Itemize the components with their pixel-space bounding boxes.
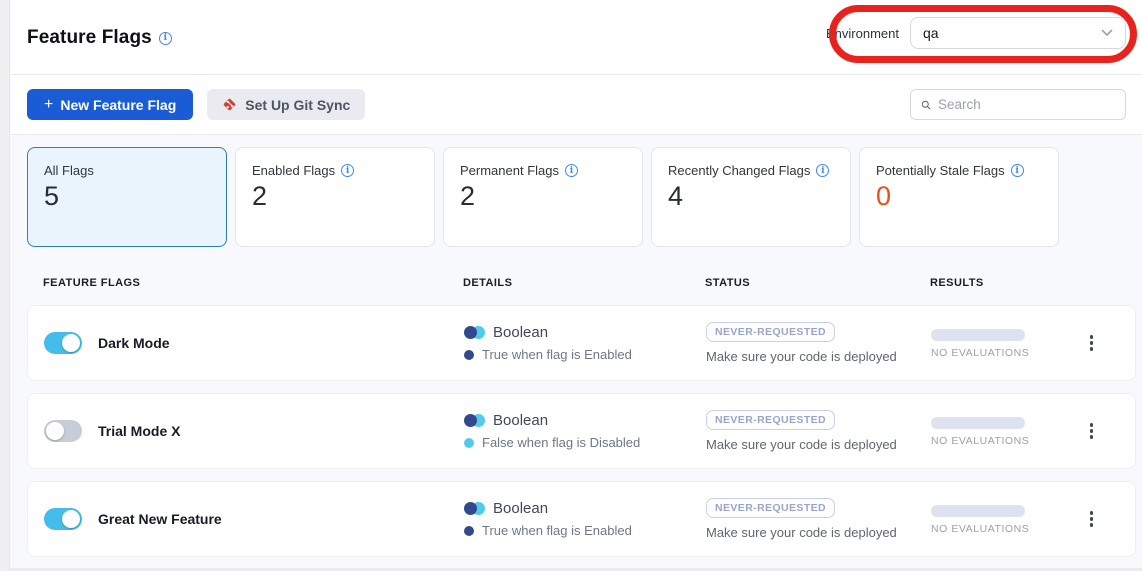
stat-card-all-flags[interactable]: All Flags 5 [27, 147, 227, 247]
row-menu-kebab-icon[interactable] [1084, 331, 1100, 355]
stat-card-recently-changed-flags[interactable]: Recently Changed Flags i 4 [651, 147, 851, 247]
info-icon[interactable]: i [816, 164, 829, 177]
detail-dot-icon [464, 526, 474, 536]
stat-label: Potentially Stale Flags [876, 163, 1005, 178]
column-header-feature-flags: FEATURE FLAGS [27, 277, 463, 289]
flag-detail: True when flag is Enabled [482, 523, 632, 538]
column-header-results: RESULTS [930, 277, 1136, 289]
table-row: Great New Feature Boolean True when flag… [27, 481, 1136, 557]
flag-name[interactable]: Trial Mode X [98, 423, 180, 439]
flag-detail: True when flag is Enabled [482, 347, 632, 362]
toolbar: + New Feature Flag Set Up Git Sync [11, 75, 1142, 135]
flag-name[interactable]: Dark Mode [98, 335, 170, 351]
table-row: Trial Mode X Boolean False when flag is … [27, 393, 1136, 469]
flag-type: Boolean [493, 412, 548, 429]
evaluations-bar [931, 417, 1025, 429]
stat-value: 5 [44, 181, 210, 212]
stat-card-potentially-stale-flags[interactable]: Potentially Stale Flags i 0 [859, 147, 1059, 247]
flag-type: Boolean [493, 500, 548, 517]
status-badge: NEVER-REQUESTED [706, 322, 835, 342]
stat-card-enabled-flags[interactable]: Enabled Flags i 2 [235, 147, 435, 247]
evaluations-bar [931, 505, 1025, 517]
stat-label: Permanent Flags [460, 163, 559, 178]
stat-label: All Flags [44, 163, 94, 178]
status-text: Make sure your code is deployed [706, 437, 897, 452]
status-badge: NEVER-REQUESTED [706, 498, 835, 518]
boolean-type-icon [464, 414, 485, 427]
new-feature-flag-button[interactable]: + New Feature Flag [27, 89, 193, 120]
boolean-type-icon [464, 326, 485, 339]
detail-dot-icon [464, 438, 474, 448]
stat-card-permanent-flags[interactable]: Permanent Flags i 2 [443, 147, 643, 247]
boolean-type-icon [464, 502, 485, 515]
info-icon[interactable]: i [1011, 164, 1024, 177]
column-header-status: STATUS [705, 277, 930, 289]
status-badge: NEVER-REQUESTED [706, 410, 835, 430]
environment-value: qa [923, 25, 939, 41]
environment-label: Environment [826, 26, 899, 41]
stat-value: 4 [668, 181, 834, 212]
row-menu-kebab-icon[interactable] [1084, 507, 1100, 531]
flag-toggle[interactable] [44, 420, 82, 442]
page-header: Feature Flags i Environment qa [11, 0, 1142, 75]
status-text: Make sure your code is deployed [706, 349, 897, 364]
stat-label: Recently Changed Flags [668, 163, 810, 178]
detail-dot-icon [464, 350, 474, 360]
stat-label: Enabled Flags [252, 163, 335, 178]
row-menu-kebab-icon[interactable] [1084, 419, 1100, 443]
flag-toggle[interactable] [44, 508, 82, 530]
stat-value: 2 [252, 181, 418, 212]
info-icon[interactable]: i [341, 164, 354, 177]
search-icon [921, 98, 931, 112]
collapsed-sidebar-edge [0, 0, 10, 571]
evaluations-text: NO EVALUATIONS [931, 523, 1029, 535]
plus-icon: + [44, 96, 53, 114]
column-header-details: DETAILS [463, 277, 705, 289]
flag-name[interactable]: Great New Feature [98, 511, 222, 527]
page-title-info-icon[interactable]: i [159, 32, 172, 45]
page-title: Feature Flags [27, 27, 152, 49]
evaluations-text: NO EVALUATIONS [931, 435, 1029, 447]
git-icon [222, 97, 237, 112]
table-header: FEATURE FLAGS DETAILS STATUS RESULTS [27, 277, 1136, 289]
stat-cards: All Flags 5 Enabled Flags i 2 Permanent … [11, 135, 1142, 247]
git-sync-button[interactable]: Set Up Git Sync [207, 89, 365, 120]
flag-type: Boolean [493, 324, 548, 341]
evaluations-text: NO EVALUATIONS [931, 347, 1029, 359]
search-box[interactable] [910, 89, 1126, 120]
stat-value: 2 [460, 181, 626, 212]
evaluations-bar [931, 329, 1025, 341]
info-icon[interactable]: i [565, 164, 578, 177]
environment-select[interactable]: qa [910, 17, 1126, 49]
flag-toggle[interactable] [44, 332, 82, 354]
chevron-down-icon [1101, 29, 1113, 37]
table-row: Dark Mode Boolean True when flag is Enab… [27, 305, 1136, 381]
status-text: Make sure your code is deployed [706, 525, 897, 540]
flag-detail: False when flag is Disabled [482, 435, 640, 450]
stat-value: 0 [876, 181, 1042, 212]
search-input[interactable] [938, 97, 1115, 112]
